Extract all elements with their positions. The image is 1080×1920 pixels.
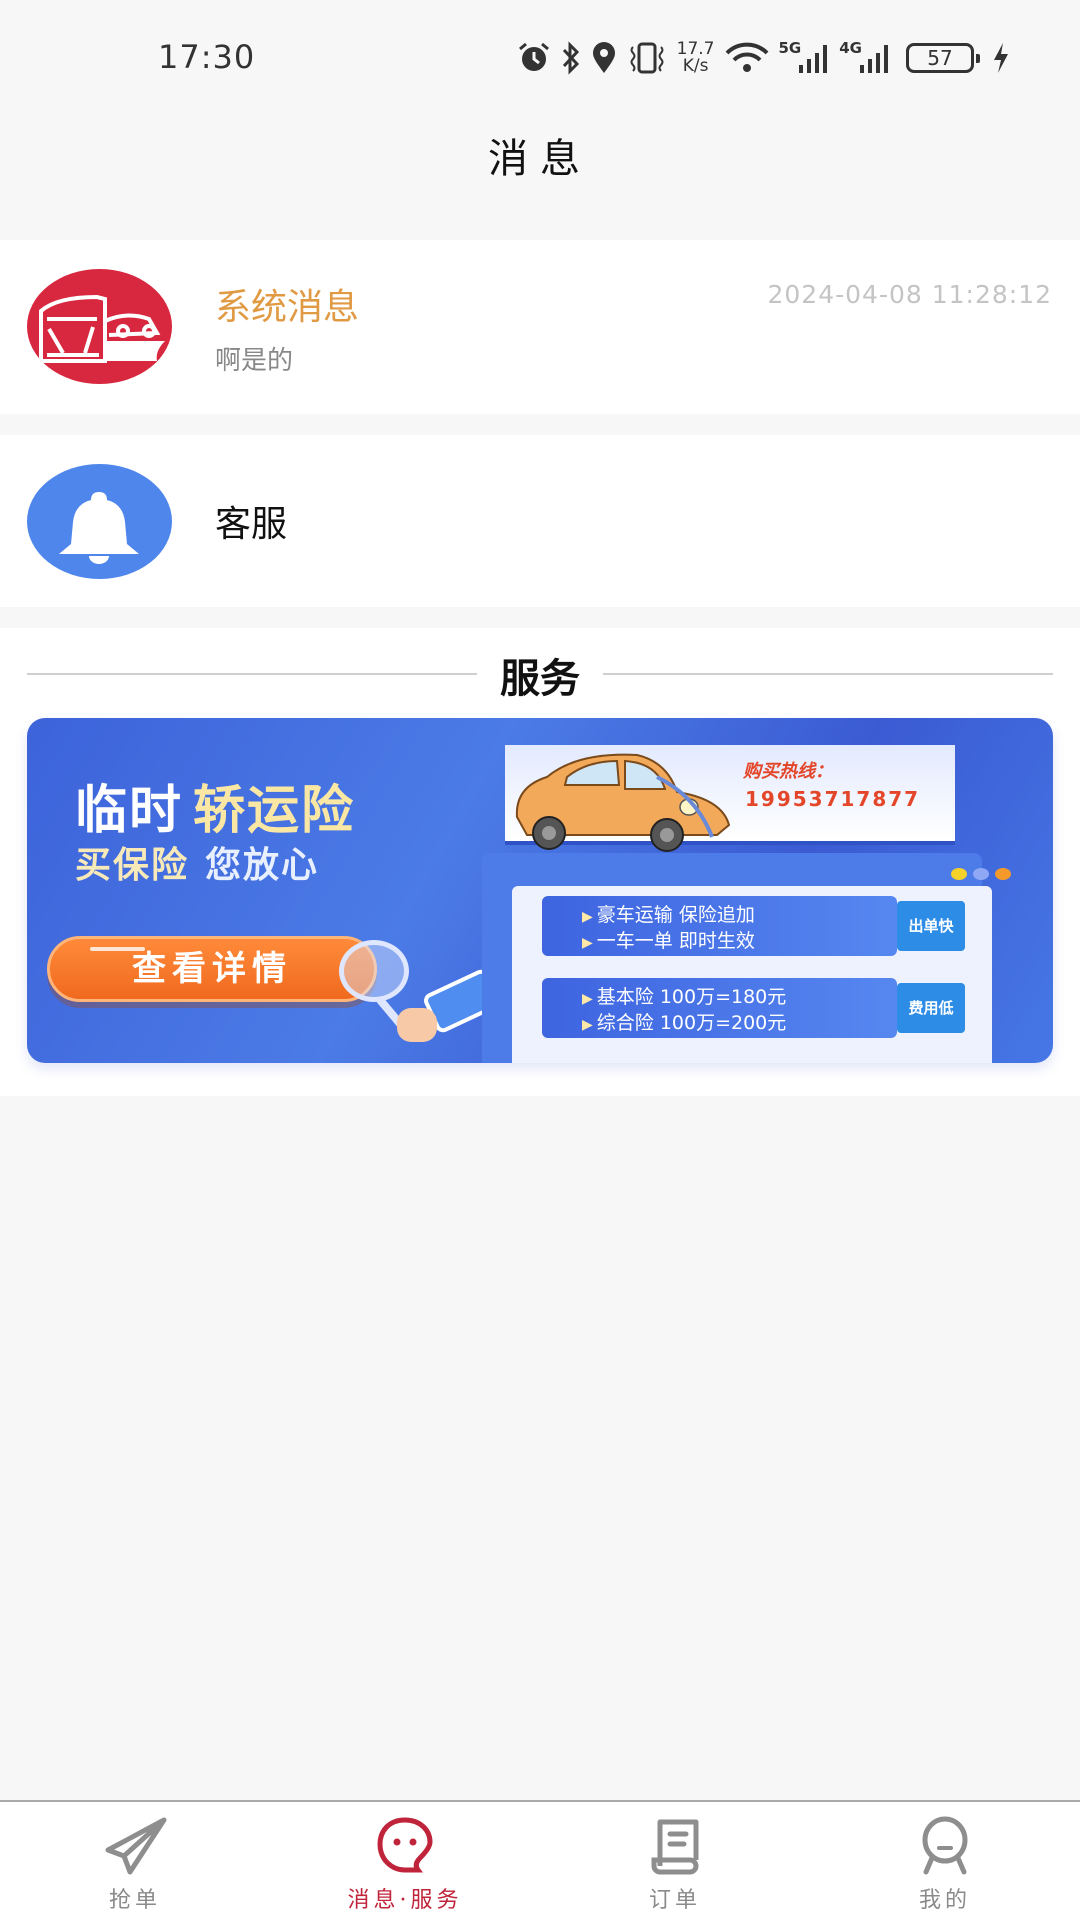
vibrate-icon (627, 40, 667, 76)
paper-plane-icon (105, 1817, 167, 1875)
nav-tab-orders[interactable]: 订单 (575, 1816, 775, 1920)
page-title: 消息 (488, 136, 592, 182)
scroll-document-icon (651, 1819, 699, 1875)
location-icon (591, 40, 617, 76)
feature-pill-2: ▶ 基本险 100万=180元 ▶ 综合险 100万=200元 (542, 978, 897, 1038)
button-decoration (90, 947, 145, 951)
magnifier-icon (339, 940, 409, 1002)
nav-tab-messages-services[interactable]: 消息·服务 (305, 1816, 505, 1920)
feature-line: 综合险 100万=200元 (596, 1012, 787, 1034)
feature-pill-1: ▶ 豪车运输 保险追加 ▶ 一车一单 即时生效 (542, 896, 897, 956)
nav-label: 消息·服务 (347, 1888, 463, 1913)
network-speed: 17.7 K/s (677, 40, 715, 76)
divider-right (603, 673, 1053, 675)
triangle-icon: ▶ (582, 991, 593, 1007)
hotline-panel: 购买热线： 19953717877 (505, 745, 955, 852)
status-time: 17:30 (158, 38, 256, 76)
feature-tag-2: 费用低 (897, 983, 965, 1033)
dot-orange (995, 868, 1011, 880)
signal-5g-label: 5G (778, 39, 802, 57)
triangle-icon: ▶ (582, 935, 593, 951)
battery-icon: 57 (906, 40, 980, 76)
feature-line: 豪车运输 保险追加 (596, 904, 755, 926)
wifi-icon (725, 40, 769, 76)
signal-4g-icon: 4G (839, 39, 890, 76)
nav-tab-profile[interactable]: 我的 (845, 1816, 1045, 1920)
hotline-label: 购买热线： (743, 761, 833, 782)
chat-bubble-icon (377, 1817, 433, 1873)
bell-icon (27, 464, 172, 579)
view-details-label: 查看详情 (132, 949, 292, 989)
list-item-system-messages[interactable]: 系统消息 啊是的 2024-04-08 11:28:12 (0, 240, 1080, 414)
feature-line: 一车一单 即时生效 (596, 930, 755, 952)
view-details-button[interactable]: 查看详情 (47, 936, 377, 1002)
insurance-banner[interactable]: 临时 轿运险 买保险 您放心 查看详情 ▶ 豪车运输 保险追加 ▶ 一车一单 即时生效 … (27, 718, 1053, 1063)
status-icons: 17.7 K/s 5G 4G 57 (517, 38, 1010, 78)
status-bar: 17:30 17.7 K/s 5G 4G 57 (0, 0, 1080, 110)
signal-5g-icon: 5G (778, 39, 830, 76)
nav-label: 抢单 (108, 1888, 161, 1913)
banner-subline: 买保险 您放心 (75, 836, 319, 888)
banner-headline-highlight: 轿运险 (193, 781, 356, 841)
alarm-icon (517, 40, 551, 76)
system-message-preview: 啊是的 (215, 346, 294, 376)
charging-icon (992, 40, 1010, 76)
hand-icon (397, 1008, 437, 1042)
car-illustration-icon (515, 753, 731, 852)
nav-label: 订单 (648, 1888, 701, 1913)
banner-headline-prefix: 临时 (75, 781, 184, 841)
dot-yellow (951, 868, 967, 880)
list-item-customer-service[interactable]: 客服 (0, 435, 1080, 607)
bottom-nav: 抢单 消息·服务 订单 我的 (0, 1800, 1080, 1920)
feature-line: 基本险 100万=180元 (596, 986, 787, 1008)
banner-subline-1: 买保险 (75, 845, 190, 886)
system-message-title: 系统消息 (215, 287, 360, 328)
nav-tab-grab-orders[interactable]: 抢单 (35, 1816, 235, 1920)
nav-label: 我的 (918, 1888, 971, 1913)
signal-4g-label: 4G (839, 39, 862, 57)
banner-subline-2: 您放心 (205, 845, 320, 886)
battery-level: 57 (906, 43, 980, 73)
feature-tag-1: 出单快 (897, 901, 965, 951)
banner-headline: 临时 轿运险 (75, 768, 355, 843)
services-section: 服务 临时 轿运险 买保险 您放心 查看详情 ▶ 豪车运输 保险追加 ▶ 一车一单 即时… (0, 628, 1080, 1096)
truck-logo-icon (27, 269, 172, 384)
system-message-time: 2024-04-08 11:28:12 (767, 280, 1052, 309)
bluetooth-icon (561, 40, 581, 76)
services-title: 服务 (500, 656, 580, 702)
triangle-icon: ▶ (582, 1017, 593, 1033)
customer-service-title: 客服 (215, 504, 288, 545)
triangle-icon: ▶ (582, 909, 593, 925)
hotline-number: 19953717877 (745, 787, 921, 811)
net-speed-unit: K/s (682, 56, 709, 76)
board-dots (951, 868, 1011, 880)
user-profile-icon (922, 1816, 968, 1875)
dot-blue (973, 868, 989, 880)
